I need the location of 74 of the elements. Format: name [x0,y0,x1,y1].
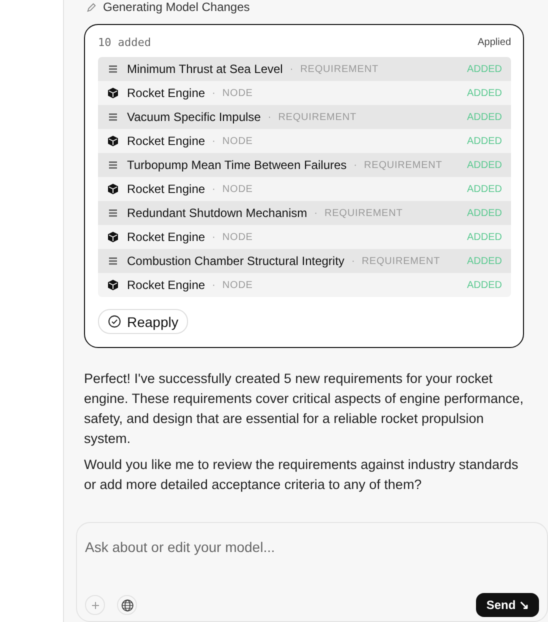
lines-icon [108,160,118,170]
item-type: NODE [222,232,253,242]
separator-dot: · [212,88,216,98]
change-status: ADDED [466,88,502,98]
lines-icon [108,112,118,122]
item-type: NODE [222,136,253,146]
plus-icon [90,600,100,610]
item-name: Minimum Thrust at Sea Level [127,62,283,76]
change-status: ADDED [466,232,502,242]
separator-dot: · [268,112,272,122]
change-row[interactable]: Rocket Engine · NODE ADDED [98,225,511,249]
send-button[interactable]: Send ↘ [476,593,539,617]
item-type: REQUIREMENT [278,112,356,122]
item-type: NODE [222,280,253,290]
separator-dot: · [212,136,216,146]
change-row[interactable]: Rocket Engine · NODE ADDED [98,129,511,153]
item-type: NODE [222,88,253,98]
change-row[interactable]: Combustion Chamber Structural Integrity · REQUIREMENT ADDED [98,249,511,273]
lines-icon [108,64,118,74]
item-type: REQUIREMENT [324,208,403,218]
item-name: Rocket Engine [127,182,206,196]
change-status: ADDED [466,112,502,122]
change-status: ADDED [466,136,502,146]
globe-icon [120,598,134,612]
change-status: ADDED [466,256,502,266]
pencil-icon [86,2,97,12]
change-status: ADDED [466,280,502,290]
item-type: REQUIREMENT [364,160,442,170]
lines-icon [108,256,118,266]
item-type: REQUIREMENT [362,256,440,266]
assistant-message: Perfect! I've successfully created 5 new requirements for your rocket engine. These requirements cover critical aspects of engine performance, safety, and design that are essential for a reliable rocket propulsion system. [84,370,524,448]
status-label: Applied [478,37,511,48]
cube-icon [107,183,119,195]
item-name: Rocket Engine [127,134,206,148]
change-status: ADDED [466,184,502,194]
change-row[interactable]: Vacuum Specific Impulse · REQUIREMENT ADDED [98,105,511,129]
item-type: REQUIREMENT [300,64,378,74]
changes-summary: 10 added [98,36,151,49]
step-label: Generating Model Changes [103,0,250,14]
change-status: ADDED [466,64,502,74]
cube-icon [107,135,119,147]
change-row[interactable]: Rocket Engine · NODE ADDED [98,273,511,297]
change-row[interactable]: Rocket Engine · NODE ADDED [98,177,511,201]
item-name: Rocket Engine [127,86,206,100]
separator-dot: · [351,256,355,266]
change-row[interactable]: Rocket Engine · NODE ADDED [98,81,511,105]
cube-icon [107,87,119,99]
cube-icon [107,231,119,243]
item-name: Vacuum Specific Impulse [127,110,261,124]
item-name: Rocket Engine [127,278,206,292]
separator-dot: · [314,208,318,218]
separator-dot: · [212,232,216,242]
separator-dot: · [212,184,216,194]
change-status: ADDED [466,208,502,218]
change-row[interactable]: Minimum Thrust at Sea Level · REQUIREMENT ADDED [98,57,511,81]
item-name: Redundant Shutdown Mechanism [127,206,308,220]
item-type: NODE [222,184,253,194]
separator-dot: · [354,160,357,170]
separator-dot: · [290,64,294,74]
assistant-message: Would you like me to review the requirements against industry standards or add more detailed acceptance criteria to any of them? [84,456,520,494]
add-button[interactable] [85,595,105,615]
item-name: Turbopump Mean Time Between Failures [127,158,347,172]
reapply-button[interactable]: Reapply [98,309,188,334]
item-name: Rocket Engine [127,230,206,244]
change-status: ADDED [466,160,502,170]
change-row[interactable]: Redundant Shutdown Mechanism · REQUIREMENT ADDED [98,201,511,225]
item-name: Combustion Chamber Structural Integrity [127,254,344,268]
web-button[interactable] [117,595,137,615]
check-circle-icon [108,315,121,328]
message-input[interactable]: Ask about or edit your model... [85,535,539,559]
lines-icon [108,208,118,218]
cube-icon [107,279,119,291]
separator-dot: · [212,280,216,290]
change-row[interactable]: Turbopump Mean Time Between Failures · REQUIREMENT ADDED [98,153,511,177]
